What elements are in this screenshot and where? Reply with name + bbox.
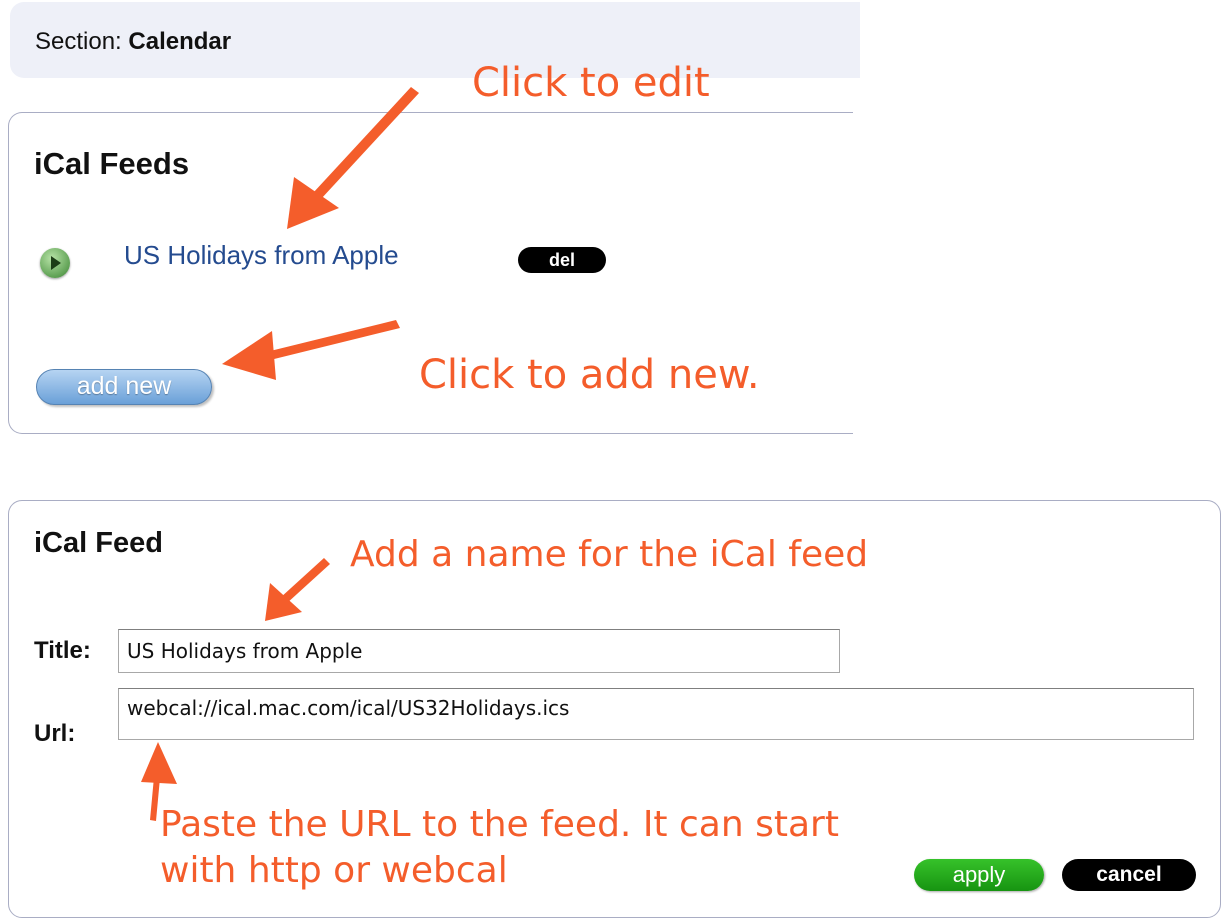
url-input[interactable] — [118, 688, 1194, 740]
title-input[interactable] — [118, 629, 840, 673]
url-field-label: Url: — [34, 720, 76, 747]
title-field-label: Title: — [34, 637, 91, 664]
feeds-panel-title: iCal Feeds — [34, 146, 190, 181]
annotation-paste-url: Paste the URL to the feed. It can start … — [160, 802, 839, 894]
section-value: Calendar — [128, 28, 232, 55]
play-icon[interactable] — [40, 248, 70, 278]
annotation-add-name: Add a name for the iCal feed — [350, 534, 869, 575]
section-heading: Section: Calendar — [35, 28, 231, 56]
delete-button[interactable]: del — [518, 247, 606, 273]
annotation-paste-line1: Paste the URL to the feed. It can start — [160, 804, 839, 845]
apply-button[interactable]: apply — [914, 859, 1044, 891]
annotation-click-to-edit: Click to edit — [472, 60, 710, 106]
annotation-click-to-add: Click to add new. — [419, 352, 760, 398]
add-new-button[interactable]: add new — [36, 369, 212, 405]
section-label: Section: — [35, 28, 122, 55]
cancel-button[interactable]: cancel — [1062, 859, 1196, 891]
annotation-paste-line2: with http or webcal — [160, 850, 508, 891]
feed-item-link[interactable]: US Holidays from Apple — [124, 240, 399, 271]
form-title: iCal Feed — [34, 527, 163, 559]
